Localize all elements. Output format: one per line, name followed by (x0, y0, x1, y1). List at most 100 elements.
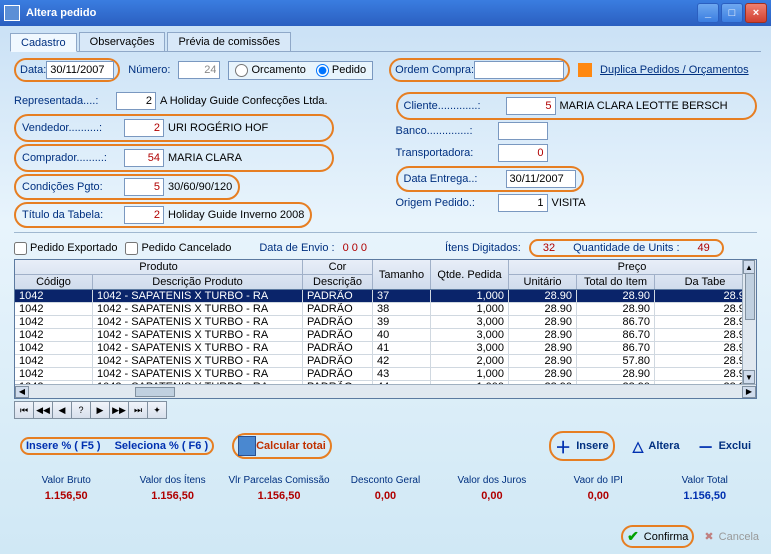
duplica-link[interactable]: Duplica Pedidos / Orçamentos (600, 64, 749, 76)
table-row[interactable]: 10421042 - SAPATENIS X TURBO - RAPADRÃO3… (15, 303, 756, 316)
pedido-exportado-checkbox[interactable]: Pedido Exportado (14, 242, 117, 255)
orcamento-radio[interactable]: Orcamento (235, 64, 305, 77)
total-ipi-label: Vaor do IPI (546, 475, 650, 486)
table-row[interactable]: 10421042 - SAPATENIS X TURBO - RAPADRÃO3… (15, 290, 756, 303)
total-comissao-label: Vlr Parcelas Comissão (227, 475, 331, 486)
qtd-value: 49 (698, 242, 710, 254)
data-input[interactable] (46, 61, 114, 79)
cliente-name: MARIA CLARA LEOTTE BERSCH (560, 100, 728, 112)
tab-cadastro[interactable]: Cadastro (10, 33, 77, 52)
maximize-button[interactable]: □ (721, 3, 743, 23)
fields-section: Representada....: A Holiday Guide Confec… (14, 92, 757, 228)
total-geral-value: 1.156,50 (653, 490, 757, 502)
entrega-input[interactable] (506, 170, 576, 188)
seleciona-pct-button[interactable]: Seleciona % ( F6 ) (115, 440, 209, 452)
items-grid[interactable]: Produto Código Descrição Produto Cor Des… (14, 259, 757, 399)
nav-bookmark[interactable]: ✦ (147, 401, 167, 419)
ordem-compra-input[interactable] (474, 61, 564, 79)
titulo-id[interactable] (124, 206, 164, 224)
transportadora-id[interactable] (498, 144, 548, 162)
nav-last[interactable]: ⏭ (128, 401, 148, 419)
ordem-compra-group: Ordem Compra: (389, 58, 570, 82)
ordem-compra-label: Ordem Compra: (395, 64, 474, 76)
titulo-name: Holiday Guide Inverno 2008 (168, 209, 304, 221)
tab-previa[interactable]: Prévia de comissões (167, 32, 291, 51)
comprador-id[interactable] (124, 149, 164, 167)
minimize-button[interactable]: _ (697, 3, 719, 23)
pedido-cancelado-checkbox[interactable]: Pedido Cancelado (125, 242, 231, 255)
total-comissao-value: 1.156,50 (227, 490, 331, 502)
data-envio-value: 0 0 0 (343, 242, 367, 254)
table-row[interactable]: 10421042 - SAPATENIS X TURBO - RAPADRÃO4… (15, 355, 756, 368)
vendedor-name: URI ROGÉRIO HOF (168, 122, 268, 134)
table-row[interactable]: 10421042 - SAPATENIS X TURBO - RAPADRÃO4… (15, 329, 756, 342)
representada-field: Representada....: A Holiday Guide Confec… (14, 92, 376, 110)
scroll-down-icon[interactable]: ▼ (743, 370, 755, 384)
scroll-thumb-h[interactable] (135, 387, 175, 397)
tab-observacoes[interactable]: Observações (79, 32, 166, 51)
insere-highlight: ＋Insere (549, 431, 614, 461)
comprador-name: MARIA CLARA (168, 152, 242, 164)
confirma-button[interactable]: ✔Confirma (627, 528, 688, 545)
data-envio-label: Data de Envio : (259, 242, 334, 254)
plus-icon: ＋ (555, 434, 571, 458)
footer-buttons: ✔Confirma ✖Cancela (621, 525, 759, 548)
pedido-radio[interactable]: Pedido (316, 64, 366, 77)
altera-button[interactable]: △Altera (633, 438, 680, 455)
table-row[interactable]: 10421042 - SAPATENIS X TURBO - RAPADRÃO3… (15, 316, 756, 329)
window-title: Altera pedido (26, 7, 695, 19)
cliente-id[interactable] (506, 97, 556, 115)
total-desconto-label: Desconto Geral (333, 475, 437, 486)
origem-name: VISITA (552, 197, 586, 209)
table-row[interactable]: 10421042 - SAPATENIS X TURBO - RAPADRÃO4… (15, 368, 756, 381)
entrega-highlight: Data Entrega..: (396, 166, 584, 192)
total-itens-label: Valor dos Ítens (120, 475, 224, 486)
numero-input[interactable] (178, 61, 220, 79)
nav-next-page[interactable]: ▶▶ (109, 401, 129, 419)
grid-scrollbar-vertical[interactable]: ▲ ▼ (742, 260, 756, 384)
edit-icon: △ (633, 438, 644, 455)
tipo-pedido-group: Orcamento Pedido (228, 61, 373, 80)
nav-prev-page[interactable]: ◀◀ (33, 401, 53, 419)
confirma-highlight: ✔Confirma (621, 525, 694, 548)
representada-id[interactable] (116, 92, 156, 110)
table-row[interactable]: 10421042 - SAPATENIS X TURBO - RAPADRÃO4… (15, 342, 756, 355)
insere-button[interactable]: ＋Insere (555, 434, 608, 458)
calculator-icon (238, 436, 256, 456)
cancela-button[interactable]: ✖Cancela (704, 525, 759, 548)
insere-pct-button[interactable]: Insere % ( F5 ) (26, 440, 101, 452)
total-geral-label: Valor Total (653, 475, 757, 486)
grid-scrollbar-horizontal[interactable]: ◀ ▶ (15, 384, 756, 398)
total-bruto-label: Valor Bruto (14, 475, 118, 486)
insere-seleciona-highlight: Insere % ( F5 ) Seleciona % ( F6 ) (20, 437, 214, 455)
title-bar: Altera pedido _ □ × (0, 0, 771, 26)
exclui-button[interactable]: －Exclui (698, 434, 751, 458)
data-group: Data: (14, 58, 120, 82)
nav-first[interactable]: ⏮ (14, 401, 34, 419)
total-juros-value: 0,00 (440, 490, 544, 502)
scroll-right-icon[interactable]: ▶ (742, 386, 756, 398)
condicoes-highlight: Condições Pgto: 30/60/90/120 (14, 174, 240, 200)
origem-id[interactable] (498, 194, 548, 212)
grid-header: Produto Código Descrição Produto Cor Des… (15, 260, 756, 290)
totals-row: Valor Bruto1.156,50 Valor dos Ítens1.156… (14, 475, 757, 502)
calcular-button[interactable]: Calcular totai (256, 440, 326, 452)
nav-prev[interactable]: ◀ (52, 401, 72, 419)
nav-next[interactable]: ▶ (90, 401, 110, 419)
scroll-up-icon[interactable]: ▲ (743, 260, 755, 274)
titulo-highlight: Título da Tabela: Holiday Guide Inverno … (14, 202, 312, 228)
qtd-label: Quantidade de Units : (573, 242, 679, 254)
status-row: Pedido Exportado Pedido Cancelado Data d… (14, 237, 757, 259)
lookup-icon[interactable] (578, 63, 592, 77)
condicoes-id[interactable] (124, 178, 164, 196)
check-icon: ✔ (627, 528, 639, 545)
banco-id[interactable] (498, 122, 548, 140)
nav-help[interactable]: ? (71, 401, 91, 419)
data-label: Data: (20, 64, 46, 76)
vendedor-id[interactable] (124, 119, 164, 137)
scroll-thumb-v[interactable] (745, 270, 755, 320)
minus-icon: － (698, 434, 714, 458)
scroll-left-icon[interactable]: ◀ (15, 386, 29, 398)
total-juros-label: Valor dos Juros (440, 475, 544, 486)
close-button[interactable]: × (745, 3, 767, 23)
